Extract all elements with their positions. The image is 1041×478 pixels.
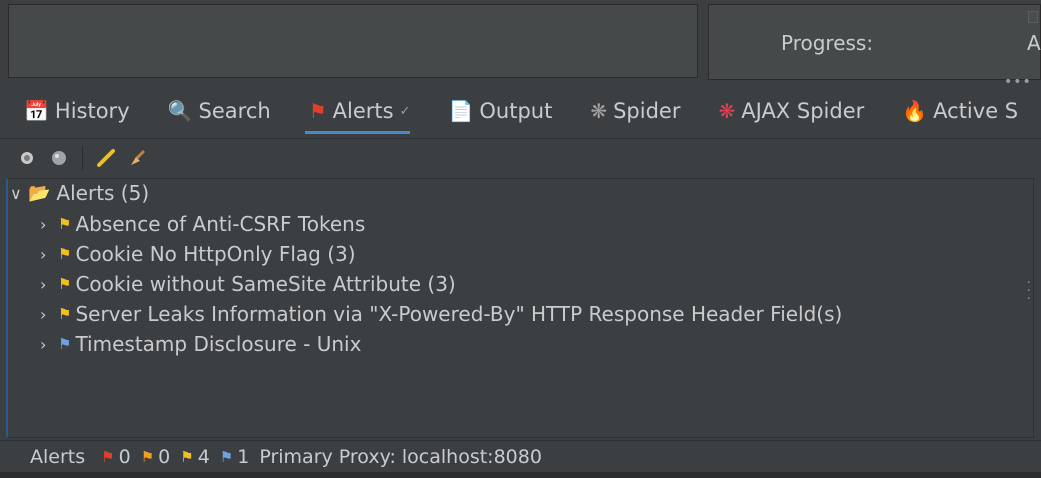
progress-value-truncated: A (1027, 31, 1041, 55)
tab-history[interactable]: 📅 History (0, 88, 144, 134)
chevron-right-icon[interactable]: › (40, 335, 58, 354)
alert-label: Cookie No HttpOnly Flag (3) (75, 242, 356, 266)
calendar-icon: 📅 (24, 99, 49, 123)
tree-root-label: Alerts (5) (56, 181, 150, 205)
tab-spider[interactable]: ❋ Spider (566, 88, 694, 134)
tab-label: Spider (613, 99, 681, 123)
chevron-right-icon[interactable]: › (40, 275, 58, 294)
toolbar-separator (82, 145, 83, 170)
status-bar: Alerts ⚑ 0 ⚑ 0 ⚑ 4 ⚑ 1 Primary Proxy: lo… (0, 440, 1041, 472)
flag-icon: ⚑ (58, 215, 72, 233)
flag-icon: ⚑ (180, 447, 194, 466)
alert-label: Timestamp Disclosure - Unix (75, 332, 362, 356)
tab-label: History (54, 99, 130, 123)
tab-active-scan[interactable]: 🔥 Active S (878, 88, 1032, 134)
tab-search[interactable]: 🔍 Search (144, 88, 285, 134)
alert-label: Cookie without SameSite Attribute (3) (75, 272, 456, 296)
high-alerts-count: ⚑ 0 (101, 446, 131, 468)
flag-icon: ⚑ (58, 335, 72, 353)
proxy-status: Primary Proxy: localhost:8080 (259, 445, 542, 468)
bottom-edge (0, 472, 1041, 478)
alert-label: Absence of Anti-CSRF Tokens (75, 212, 366, 236)
tree-item-alert[interactable]: › ⚑ Server Leaks Information via "X-Powe… (40, 302, 842, 326)
panel-scrollbar[interactable] (1028, 11, 1038, 23)
resize-grip-icon[interactable]: · · · (1027, 276, 1031, 306)
chevron-right-icon[interactable]: › (40, 245, 58, 264)
tab-label: Active S (933, 99, 1019, 123)
alerts-toolbar (0, 138, 1041, 176)
progress-label: Progress: (781, 31, 874, 55)
document-icon: 📄 (448, 99, 474, 123)
progress-panel: Progress: A (708, 4, 1041, 80)
tree-item-alert[interactable]: › ⚑ Cookie No HttpOnly Flag (3) (40, 242, 356, 266)
chevron-right-icon[interactable]: › (40, 215, 58, 234)
count-value: 0 (158, 445, 171, 468)
tree-item-alert[interactable]: › ⚑ Timestamp Disclosure - Unix (40, 332, 361, 356)
low-alerts-count: ⚑ 4 (180, 446, 210, 468)
tab-label: Alerts (332, 99, 394, 123)
tab-alerts[interactable]: ⚑ Alerts ✓ (285, 88, 425, 134)
count-value: 1 (237, 445, 250, 468)
folder-icon: 📂 (28, 182, 51, 204)
broom-icon[interactable] (127, 147, 149, 169)
flag-icon: ⚑ (219, 447, 234, 466)
medium-alerts-count: ⚑ 0 (141, 446, 171, 468)
bottom-tab-bar: 📅 History 🔍 Search ⚑ Alerts ✓ 📄 Output ❋… (0, 88, 1041, 134)
flag-icon: ⚑ (58, 245, 72, 263)
tab-label: Output (479, 99, 553, 123)
alert-label: Server Leaks Information via "X-Powered-… (75, 302, 843, 326)
status-alerts-label: Alerts (30, 445, 86, 468)
chevron-right-icon[interactable]: › (40, 305, 58, 324)
tab-ajax-spider[interactable]: ❋ AJAX Spider (694, 88, 878, 134)
spider-icon: ❋ (590, 99, 608, 123)
flag-icon: ⚑ (58, 275, 72, 293)
chevron-down-icon[interactable]: ∨ (10, 184, 28, 203)
record-icon[interactable] (16, 147, 38, 169)
flag-icon: ⚑ (101, 447, 115, 466)
tree-root-alerts[interactable]: ∨ 📂 Alerts (5) (10, 181, 149, 205)
count-value: 0 (118, 445, 131, 468)
ajax-spider-icon: ❋ (718, 99, 736, 123)
tree-item-alert[interactable]: › ⚑ Absence of Anti-CSRF Tokens (40, 212, 365, 236)
tree-item-alert[interactable]: › ⚑ Cookie without SameSite Attribute (3… (40, 272, 456, 296)
tab-label: AJAX Spider (741, 99, 865, 123)
request-panel (8, 4, 698, 78)
tab-label: Search (198, 99, 271, 123)
flag-icon: ⚑ (58, 305, 72, 323)
flame-icon: 🔥 (902, 99, 928, 123)
tab-output[interactable]: 📄 Output (424, 88, 566, 134)
info-alerts-count: ⚑ 1 (220, 446, 250, 468)
alerts-tree[interactable]: ∨ 📂 Alerts (5) › ⚑ Absence of Anti-CSRF … (6, 178, 1034, 438)
count-value: 4 (197, 445, 210, 468)
globe-icon[interactable] (48, 147, 70, 169)
pencil-icon[interactable] (95, 147, 117, 169)
magnifier-icon: 🔍 (167, 99, 193, 123)
flag-icon: ⚑ (140, 447, 155, 466)
flag-icon: ⚑ (308, 99, 327, 123)
pin-icon[interactable]: ✓ (400, 104, 411, 119)
